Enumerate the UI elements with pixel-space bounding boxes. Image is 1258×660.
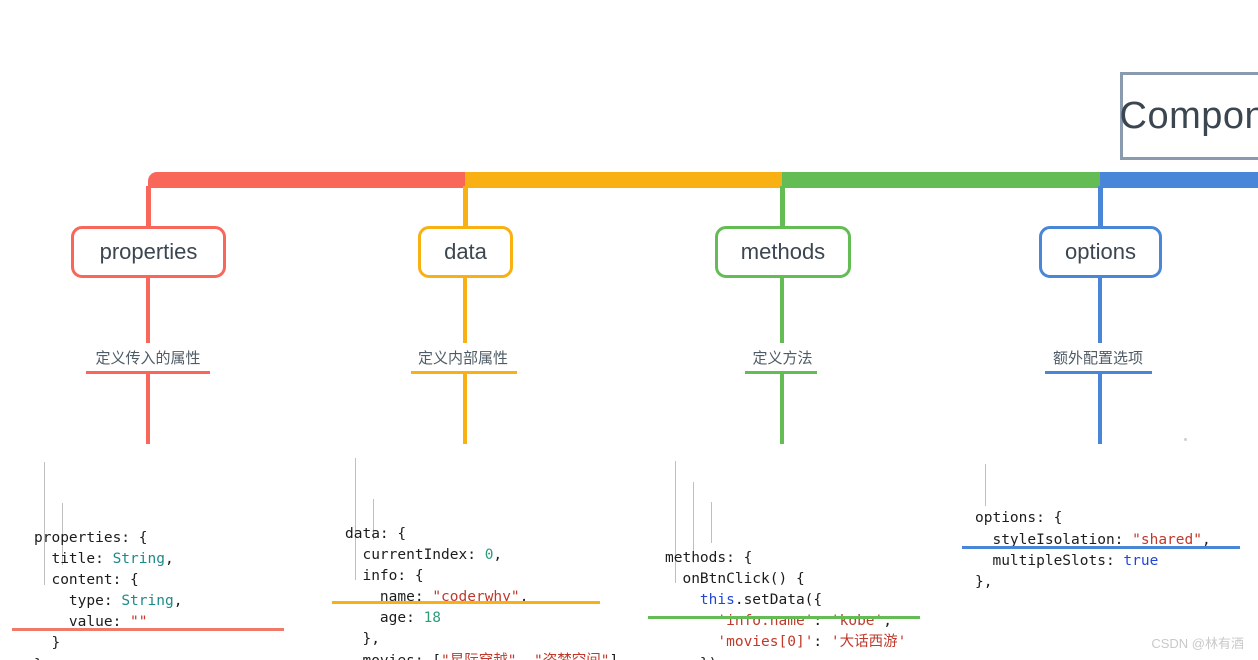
code-token: })	[665, 656, 717, 660]
stem-trunk-to-methods	[780, 186, 785, 226]
code-token: "盗梦空间"	[534, 653, 609, 660]
code-line: options: {	[975, 508, 1211, 529]
code-token: ,	[164, 550, 174, 567]
code-token: },	[345, 631, 380, 648]
description-options: 额外配置选项	[1052, 350, 1143, 367]
code-line: age: 18	[345, 608, 618, 629]
code-token: 'movies[0]'	[717, 634, 814, 651]
code-token: true	[1123, 552, 1159, 569]
code-line: name: "coderwhy",	[345, 587, 618, 608]
stem-trunk-to-data	[463, 186, 468, 226]
code-token: ,	[173, 593, 183, 610]
branch-node-properties-label: properties	[99, 239, 198, 264]
code-line: onBtnClick() {	[665, 569, 906, 590]
code-line: properties: {	[34, 528, 182, 549]
code-line: movies: ["星际穿越", "盗梦空间"]	[345, 651, 618, 660]
root-node-component[interactable]: Component	[1120, 72, 1258, 160]
code-token: properties: {	[34, 529, 148, 546]
code-line: },	[345, 629, 618, 650]
code-line: },	[975, 572, 1211, 593]
code-line: currentIndex: 0,	[345, 545, 618, 566]
branch-node-properties[interactable]: properties	[71, 226, 226, 278]
underline-methods	[648, 616, 920, 619]
description-data: 定义内部属性	[417, 350, 508, 367]
branch-node-options[interactable]: options	[1039, 226, 1162, 278]
code-line: multipleSlots: true	[975, 551, 1211, 572]
code-line: 'movies[0]': '大话西游'	[665, 632, 906, 653]
code-token: String	[112, 550, 165, 567]
code-token: },	[975, 573, 993, 590]
description-properties: 定义传入的属性	[95, 350, 201, 367]
code-line: type: String,	[34, 591, 183, 612]
code-token: methods: {	[665, 549, 753, 566]
code-token: data: {	[345, 525, 407, 542]
code-block-data: data: { currentIndex: 0, info: { name: "…	[345, 439, 618, 660]
code-token: String	[121, 593, 174, 610]
code-token: :	[813, 634, 831, 651]
code-token: type:	[34, 593, 122, 610]
code-line: },	[34, 655, 182, 660]
stem-options-to-code	[1098, 374, 1102, 444]
watermark-csdn: CSDN @林有酒	[1151, 636, 1244, 651]
code-line: data: {	[345, 524, 618, 545]
code-token: movies: [	[345, 653, 441, 660]
artifact-dot	[1184, 438, 1187, 441]
code-token: '大话西游'	[830, 634, 907, 651]
code-token: "星际穿越"	[441, 653, 516, 660]
trunk-segment-options	[1100, 172, 1258, 188]
code-token: ]	[609, 653, 618, 660]
stem-methods-to-description	[780, 278, 784, 343]
branch-node-data-label: data	[444, 239, 487, 264]
code-token: 18	[423, 610, 442, 627]
stem-trunk-to-options	[1098, 186, 1103, 226]
underline-options	[962, 546, 1240, 549]
code-token: currentIndex:	[345, 546, 485, 563]
code-token: info: {	[345, 567, 424, 584]
stem-data-to-description	[463, 278, 467, 343]
trunk-segment-methods	[782, 172, 1103, 188]
stem-options-to-description	[1098, 278, 1102, 343]
code-token: },	[34, 657, 51, 660]
stem-data-to-code	[463, 374, 467, 444]
code-token: onBtnClick() {	[665, 570, 805, 587]
code-token: ,	[493, 546, 503, 563]
code-line: title: String,	[34, 549, 182, 570]
code-block-methods: methods: { onBtnClick() { this.setData({…	[665, 442, 906, 660]
trunk-segment-properties	[148, 172, 468, 188]
code-line: })	[665, 654, 906, 660]
code-line: this.setData({	[665, 590, 906, 611]
description-methods: 定义方法	[752, 350, 813, 367]
code-token: multipleSlots:	[975, 552, 1124, 569]
code-token: content: {	[34, 571, 139, 588]
stem-methods-to-code	[780, 374, 784, 444]
stem-trunk-to-properties	[146, 186, 151, 226]
code-token: ,	[517, 653, 534, 660]
code-line: methods: {	[665, 548, 906, 569]
code-token: .setData({	[734, 592, 823, 609]
code-block-options: options: { styleIsolation: "shared", mul…	[975, 445, 1211, 593]
branch-node-options-label: options	[1065, 239, 1136, 264]
code-line: 'info.name': 'kobe',	[665, 611, 906, 632]
code-token: options: {	[975, 510, 1063, 527]
mindmap-canvas: Component properties data methods option…	[0, 0, 1258, 660]
stem-properties-to-code	[146, 374, 150, 444]
code-token: this	[699, 592, 735, 609]
code-token: age:	[345, 610, 424, 627]
branch-node-data[interactable]: data	[418, 226, 513, 278]
code-token: }	[34, 635, 61, 652]
code-line: }	[34, 633, 182, 654]
branch-node-methods[interactable]: methods	[715, 226, 851, 278]
code-line: info: {	[345, 566, 618, 587]
code-token: title:	[34, 550, 113, 567]
root-node-label: Component	[1119, 94, 1258, 137]
underline-data	[332, 601, 600, 604]
code-line: content: {	[34, 570, 182, 591]
trunk-segment-data	[465, 172, 785, 188]
stem-properties-to-description	[146, 278, 150, 343]
branch-node-methods-label: methods	[740, 239, 826, 264]
underline-properties	[12, 628, 284, 631]
